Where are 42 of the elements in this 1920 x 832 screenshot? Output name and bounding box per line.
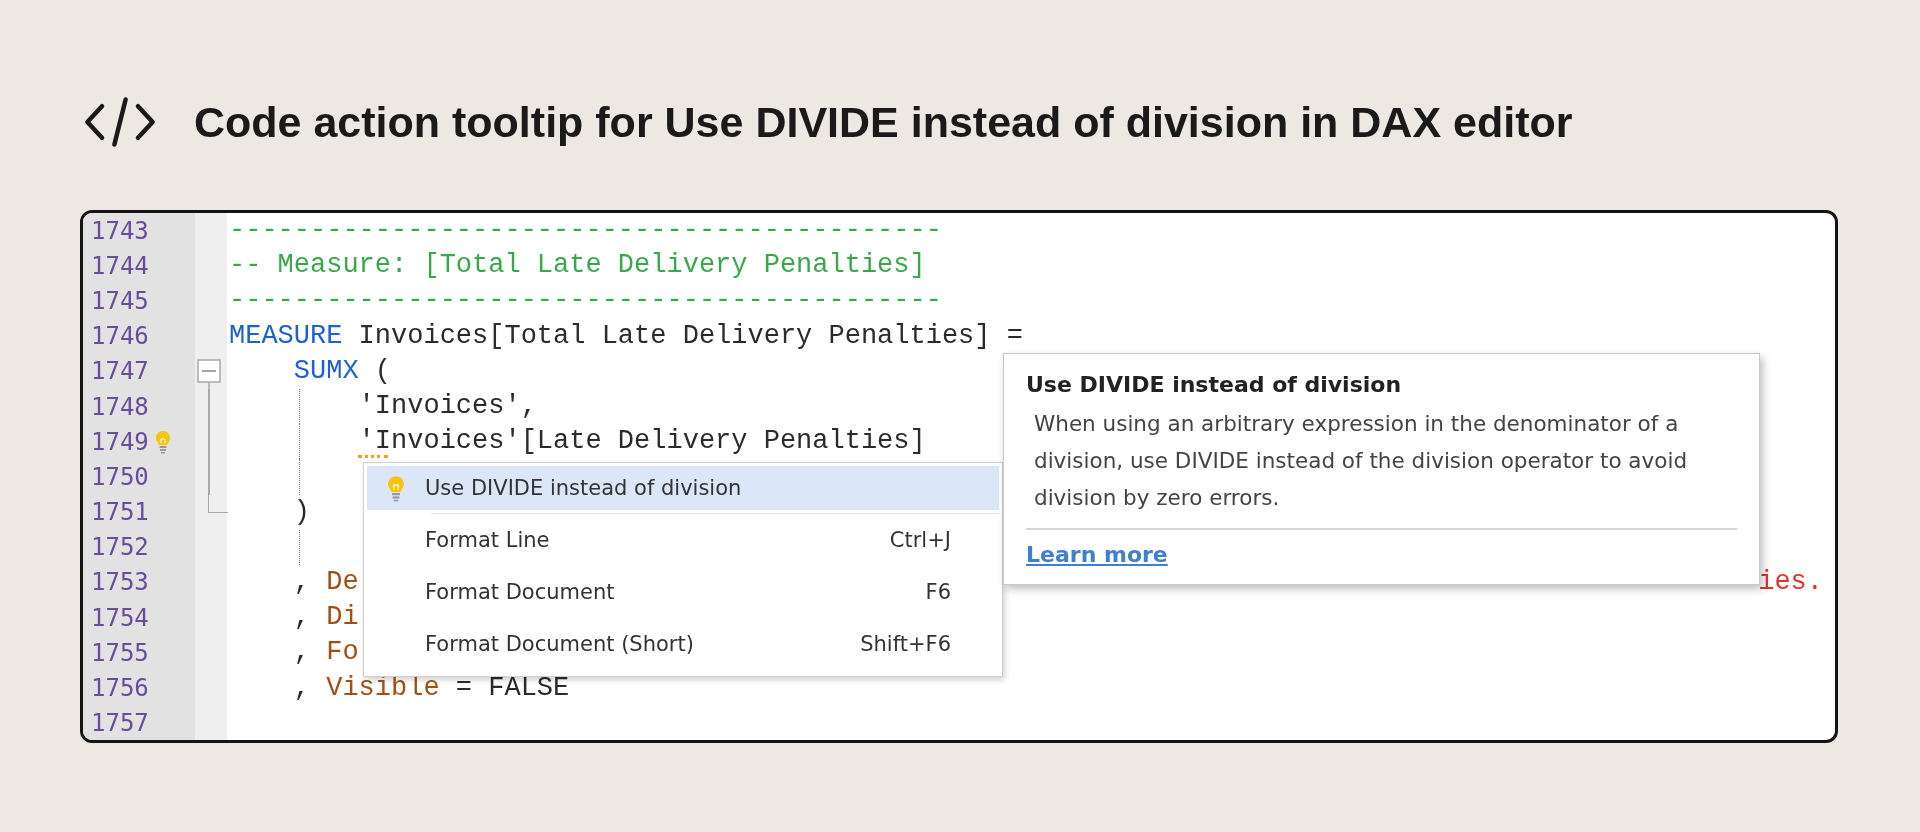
line-number: 1755 — [91, 638, 149, 667]
line-number: 1750 — [91, 462, 149, 491]
line-number: 1757 — [91, 709, 149, 738]
line-number: 1756 — [91, 674, 149, 703]
menu-item[interactable]: Format Line Ctrl+J — [367, 514, 999, 566]
line-number: 1749 — [91, 427, 149, 456]
line-number: 1746 — [91, 322, 149, 351]
line-number: 1745 — [91, 286, 149, 315]
line-number: 1753 — [91, 568, 149, 597]
code-line: , Visible = FALSE — [292, 671, 570, 705]
shortcut-label: Shift+F6 — [860, 632, 951, 656]
tooltip-title: Use DIVIDE instead of division — [1026, 372, 1403, 397]
code-line: , Fo — [292, 636, 359, 670]
code-line: 'Invoices'[Late Delivery Penalties] — [357, 425, 926, 459]
menu-item[interactable]: Format Document (Short) Shift+F6 — [367, 618, 999, 670]
code-line: -------------------------------------------- — [229, 214, 942, 248]
line-number: 1751 — [91, 498, 149, 527]
line-number: 1747 — [91, 357, 149, 386]
code-line: 'Invoices', — [357, 390, 537, 424]
code-line: , De — [292, 565, 359, 599]
code-text: ies. — [1758, 565, 1823, 599]
code-line: MEASURE Invoices[Total Late Delivery Penalties] = — [229, 319, 1023, 353]
lightbulb-icon[interactable] — [154, 429, 171, 454]
menu-item[interactable]: Format Document F6 — [367, 566, 999, 618]
code-icon — [84, 95, 156, 149]
line-number: 1744 — [91, 251, 149, 280]
code-line: , Di — [292, 601, 359, 635]
line-number: 1743 — [91, 216, 149, 245]
line-number: 1752 — [91, 533, 149, 562]
learn-more-link[interactable]: Learn more — [1026, 542, 1168, 567]
page-title: Code action tooltip for Use DIVIDE instead of division in DAX editor — [194, 97, 1573, 147]
code-line: -- Measure: [Total Late Delivery Penalties] — [229, 249, 926, 283]
lightbulb-icon — [387, 474, 405, 502]
line-number: 1748 — [91, 392, 149, 421]
menu-item[interactable]: Use DIVIDE instead of division — [367, 466, 999, 510]
code-line: -------------------------------------------- — [229, 284, 942, 318]
shortcut-label: F6 — [925, 580, 951, 604]
shortcut-label: Ctrl+J — [889, 528, 951, 552]
code-line: ) — [292, 495, 310, 529]
code-line: SUMX ( — [292, 354, 392, 388]
tooltip-description: When using an arbitrary expression in the denominator of a division, use DIVIDE instead of the division operator to avoid division by zero errors. — [1034, 410, 1689, 512]
line-number: 1754 — [91, 603, 149, 632]
